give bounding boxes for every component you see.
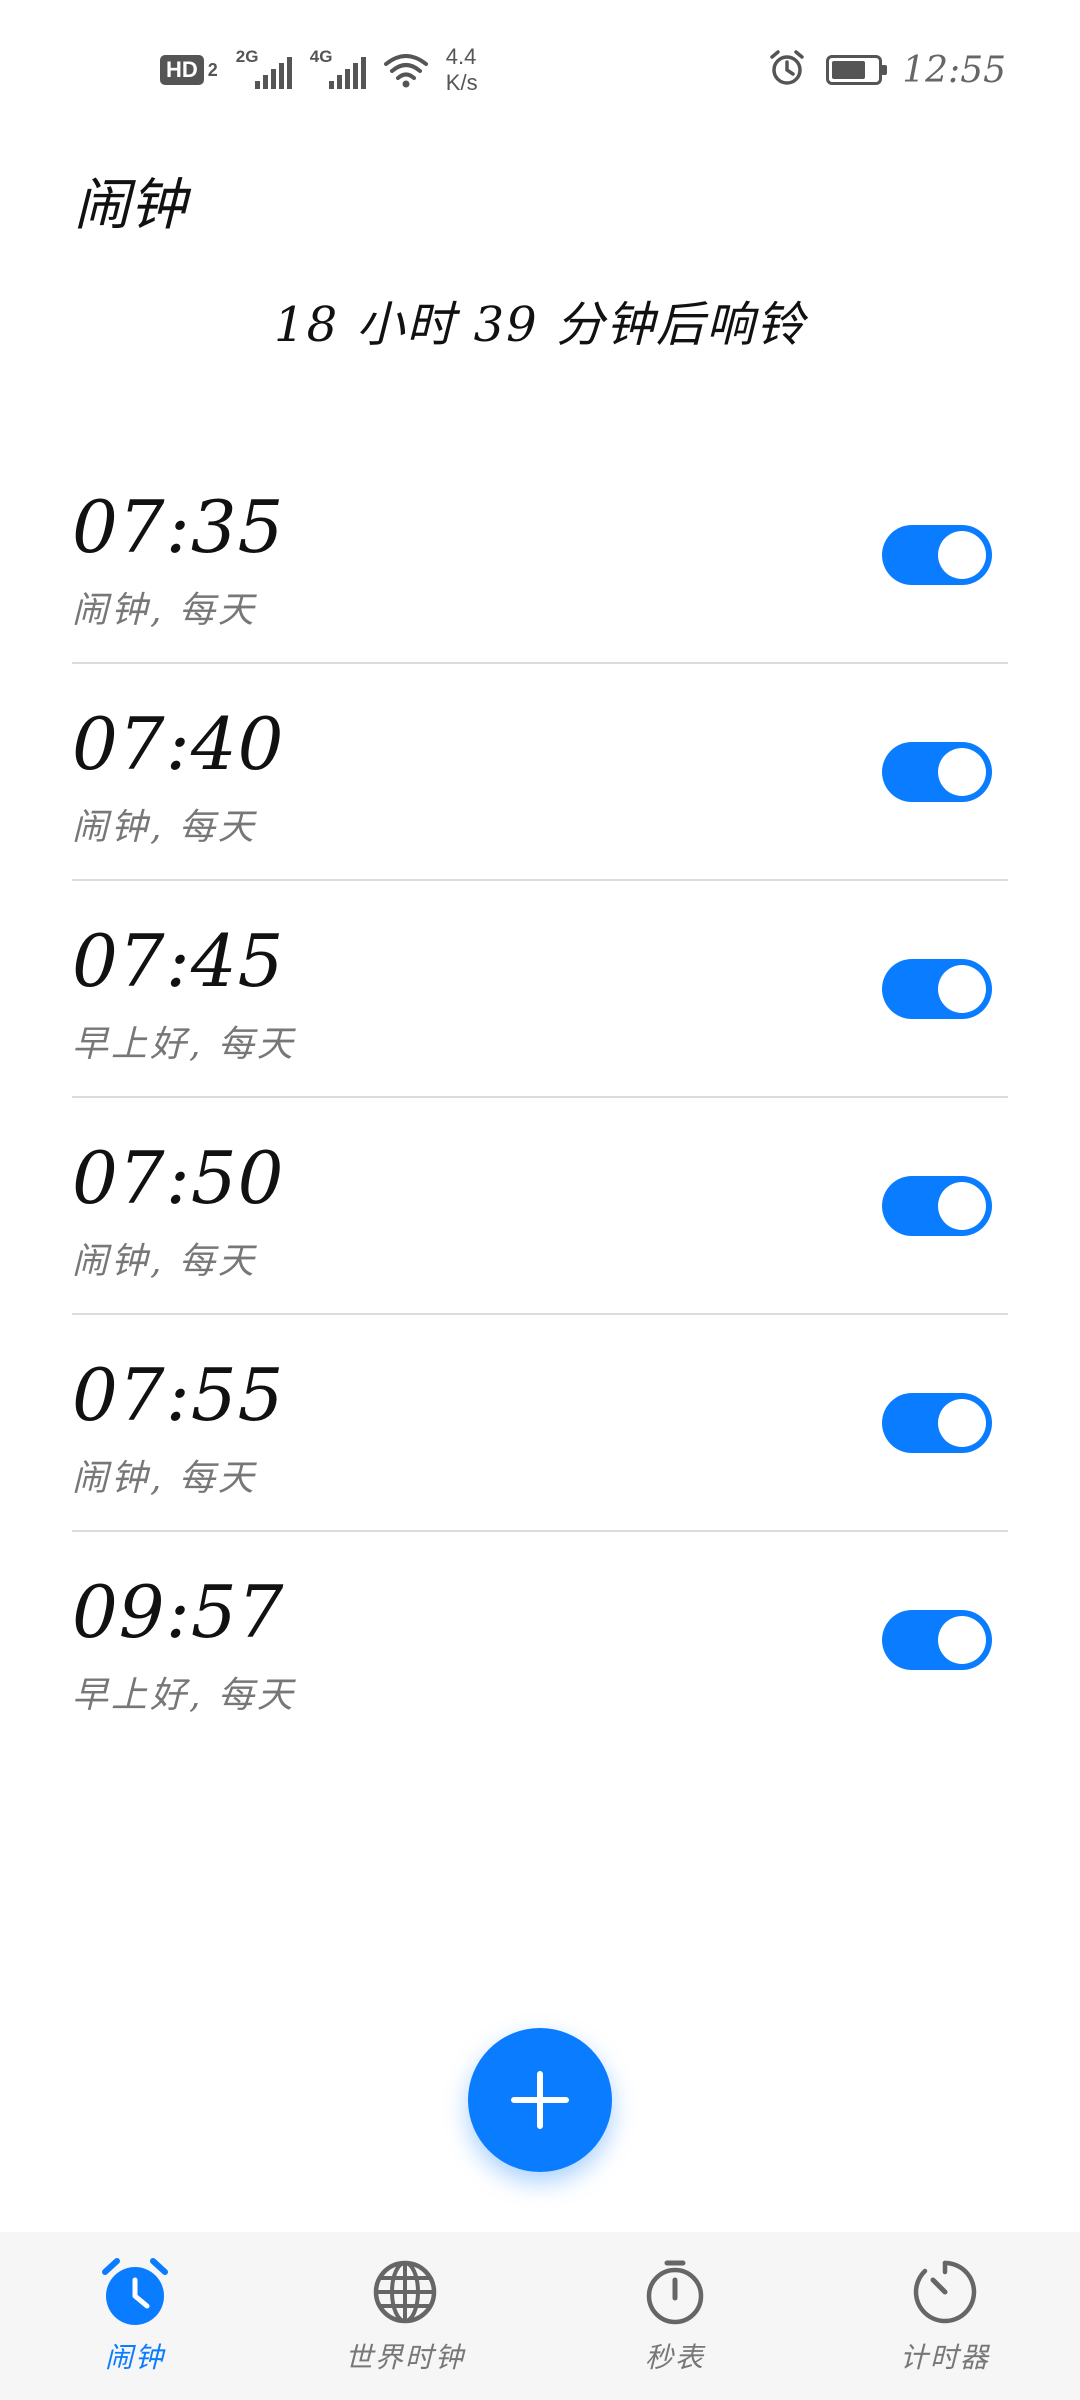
alarm-toggle[interactable] (882, 1393, 992, 1453)
alarm-label: 早上好, 每天 (72, 1024, 296, 1065)
alarm-item[interactable]: 07:55 闹钟, 每天 (72, 1315, 1008, 1532)
alarm-time: 07:40 (72, 702, 285, 786)
hd-voice-indicator: HD 2 (160, 55, 218, 85)
alarm-label: 闹钟, 每天 (72, 590, 257, 631)
toggle-knob (938, 1616, 986, 1664)
wifi-icon (383, 52, 428, 88)
network-speed: 4.4 K/s (446, 44, 478, 96)
alarm-clock-icon (99, 2256, 171, 2328)
tab-world-clock-label: 世界时钟 (344, 2341, 465, 2374)
network-speed-unit: K/s (445, 70, 478, 95)
alarm-toggle[interactable] (882, 1610, 992, 1670)
globe-icon (369, 2256, 441, 2328)
tab-alarm-label: 闹钟 (104, 2341, 165, 2374)
alarm-toggle[interactable] (882, 525, 992, 585)
toggle-knob (938, 531, 986, 579)
alarm-label: 闹钟, 每天 (72, 1241, 257, 1282)
hd-badge: HD (160, 55, 204, 85)
alarm-item[interactable]: 07:50 闹钟, 每天 (72, 1098, 1008, 1315)
alarm-toggle[interactable] (882, 1176, 992, 1236)
tab-stopwatch-label: 秒表 (644, 2341, 705, 2374)
alarm-list: 07:35 闹钟, 每天 07:40 闹钟, 每天 07:45 早上好, 每天 … (72, 447, 1008, 1749)
tab-stopwatch[interactable]: 秒表 (540, 2232, 810, 2400)
signal-2g-icon: 2G (236, 47, 292, 93)
toggle-knob (938, 1182, 986, 1230)
add-alarm-button[interactable] (468, 2028, 612, 2172)
alarm-item[interactable]: 09:57 早上好, 每天 (72, 1532, 1008, 1749)
toggle-knob (938, 748, 986, 796)
alarm-time: 09:57 (72, 1570, 285, 1654)
toggle-knob (938, 1399, 986, 1447)
timer-icon (909, 2256, 981, 2328)
hd-sim-number: 2 (207, 59, 218, 80)
alarm-item[interactable]: 07:40 闹钟, 每天 (72, 664, 1008, 881)
tab-alarm[interactable]: 闹钟 (0, 2232, 270, 2400)
page-title: 闹钟 (74, 173, 186, 238)
alarm-time: 07:55 (72, 1353, 285, 1437)
signal-4g-icon: 4G (310, 47, 366, 93)
tab-world-clock[interactable]: 世界时钟 (270, 2232, 540, 2400)
network-speed-value: 4.4 (445, 44, 477, 69)
battery-icon (826, 55, 888, 85)
status-left: HD 2 2G 4G 4.4 K/s (160, 40, 478, 100)
tab-timer[interactable]: 计时器 (810, 2232, 1080, 2400)
stopwatch-icon (639, 2256, 711, 2328)
alarm-time: 07:35 (72, 485, 285, 569)
alarm-clock-icon (768, 49, 806, 91)
status-bar: HD 2 2G 4G 4.4 K/s 12:55 (0, 0, 1080, 130)
alarm-item[interactable]: 07:45 早上好, 每天 (72, 881, 1008, 1098)
status-time: 12:55 (902, 49, 1006, 91)
next-alarm-countdown: 18 小时 39 分钟后响铃 (274, 297, 806, 353)
bottom-nav: 闹钟 世界时钟 秒表 计时器 (0, 2232, 1080, 2400)
alarm-label: 闹钟, 每天 (72, 807, 257, 848)
alarm-toggle[interactable] (882, 959, 992, 1019)
battery-level (832, 61, 866, 79)
alarm-time: 07:45 (72, 919, 285, 1003)
alarm-time: 07:50 (72, 1136, 285, 1220)
alarm-toggle[interactable] (882, 742, 992, 802)
alarm-label: 早上好, 每天 (72, 1675, 296, 1716)
status-right: 12:55 (768, 42, 1006, 98)
tab-timer-label: 计时器 (899, 2341, 990, 2374)
alarm-item[interactable]: 07:35 闹钟, 每天 (72, 447, 1008, 664)
plus-icon (511, 2071, 569, 2129)
alarm-label: 闹钟, 每天 (72, 1458, 257, 1499)
toggle-knob (938, 965, 986, 1013)
